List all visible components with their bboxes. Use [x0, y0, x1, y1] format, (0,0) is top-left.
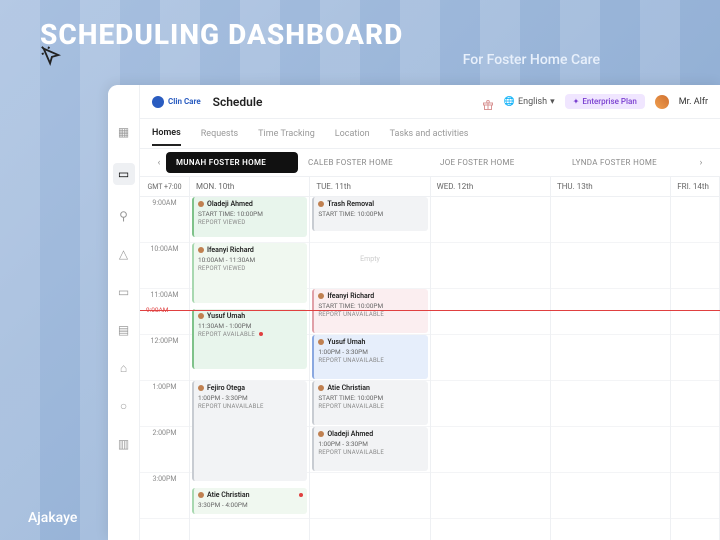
- primary-tabs: Homes Requests Time Tracking Location Ta…: [140, 119, 720, 149]
- home-tab-lynda[interactable]: LYNDA FOSTER HOME: [562, 152, 694, 173]
- tab-tasks[interactable]: Tasks and activities: [390, 123, 469, 145]
- avatar[interactable]: [655, 95, 669, 109]
- plan-badge[interactable]: ✦ Enterprise Plan: [565, 94, 645, 109]
- brand-logo[interactable]: Clin Care: [152, 96, 201, 108]
- day-tue[interactable]: TUE. 11th Empty Trash RemovalSTART TIME:…: [310, 177, 430, 540]
- gift-icon[interactable]: [482, 96, 494, 108]
- grid-icon[interactable]: ▦: [117, 125, 131, 139]
- app-window: ▦ ▭ ⚲ △ ▭ ▤ ⌂ ○ ▥ Clin Care Schedule 🌐 E…: [108, 85, 720, 540]
- tab-requests[interactable]: Requests: [201, 123, 238, 145]
- hero-title: SCHEDULING DASHBOARD: [40, 18, 403, 51]
- home-icon[interactable]: ⌂: [117, 361, 131, 375]
- event-card[interactable]: Atie ChristianSTART TIME: 10:00PMREPORT …: [312, 381, 427, 425]
- author-credit: Ajakaye: [28, 510, 77, 526]
- hero-subtitle: For Foster Home Care: [463, 52, 600, 68]
- time-label: 10:00AM: [140, 243, 189, 289]
- users-icon[interactable]: ⚲: [117, 209, 131, 223]
- day-header: TUE. 11th: [310, 177, 429, 197]
- calendar-grid: GMT +7:00 9:00AM 10:00AM 11:00AM 12:00PM…: [140, 177, 720, 540]
- day-header: MON. 10th: [190, 177, 309, 197]
- now-indicator: [140, 310, 720, 311]
- bell-icon[interactable]: △: [117, 247, 131, 261]
- empty-label: Empty: [360, 255, 380, 263]
- event-card[interactable]: Yusuf Umah11:30AM - 1:00PMREPORT AVAILAB…: [192, 309, 307, 369]
- tab-location[interactable]: Location: [335, 123, 370, 145]
- chat-icon[interactable]: ○: [117, 399, 131, 413]
- truck-icon[interactable]: ▭: [117, 285, 131, 299]
- day-thu[interactable]: THU. 13th: [551, 177, 671, 540]
- day-fri[interactable]: FRI. 14th: [671, 177, 720, 540]
- event-card[interactable]: Trash RemovalSTART TIME: 10:00PM: [312, 197, 427, 231]
- topbar: Clin Care Schedule 🌐 English ▾ ✦ Enterpr…: [140, 85, 720, 119]
- day-header: WED. 12th: [431, 177, 550, 197]
- time-label: 3:00PM: [140, 473, 189, 519]
- tz-label: GMT +7:00: [140, 177, 189, 197]
- tab-time-tracking[interactable]: Time Tracking: [258, 123, 315, 145]
- language-selector[interactable]: 🌐 English ▾: [504, 97, 555, 107]
- time-column: GMT +7:00 9:00AM 10:00AM 11:00AM 12:00PM…: [140, 177, 190, 540]
- time-label: 12:00PM: [140, 335, 189, 381]
- next-arrow[interactable]: ›: [694, 158, 708, 168]
- event-card[interactable]: Fejiro Otega1:00PM - 3:30PMREPORT UNAVAI…: [192, 381, 307, 481]
- user-name: Mr. Alfr: [679, 97, 708, 107]
- event-card[interactable]: Ifeanyi Richard10:00AM - 11:30AMREPORT V…: [192, 243, 307, 303]
- home-tab-munah[interactable]: MUNAH FOSTER HOME: [166, 152, 298, 173]
- event-card[interactable]: Yusuf Umah1:00PM - 3:30PMREPORT UNAVAILA…: [312, 335, 427, 379]
- nav-rail: ▦ ▭ ⚲ △ ▭ ▤ ⌂ ○ ▥: [108, 85, 140, 540]
- page-title: Schedule: [213, 95, 263, 109]
- globe-icon: 🌐: [504, 97, 515, 107]
- event-card[interactable]: Oladeji Ahmed1:00PM - 3:30PMREPORT UNAVA…: [312, 427, 427, 471]
- event-card[interactable]: Atie Christian3:30PM - 4:00PM: [192, 488, 307, 514]
- day-wed[interactable]: WED. 12th: [431, 177, 551, 540]
- sparkle-icon: ✦: [573, 97, 580, 106]
- archive-icon[interactable]: ▥: [117, 437, 131, 451]
- time-label: 1:00PM: [140, 381, 189, 427]
- prev-arrow[interactable]: ‹: [152, 158, 166, 168]
- time-label: 2:00PM: [140, 427, 189, 473]
- tab-homes[interactable]: Homes: [152, 122, 181, 146]
- event-card[interactable]: Ifeanyi RichardSTART TIME: 10:00PMREPORT…: [312, 289, 427, 333]
- day-header: FRI. 14th: [671, 177, 719, 197]
- clipboard-icon[interactable]: ▤: [117, 323, 131, 337]
- home-tabs: ‹ MUNAH FOSTER HOME CALEB FOSTER HOME JO…: [140, 149, 720, 177]
- home-tab-caleb[interactable]: CALEB FOSTER HOME: [298, 152, 430, 173]
- calendar-icon[interactable]: ▭: [113, 163, 135, 185]
- home-tab-joe[interactable]: JOE FOSTER HOME: [430, 152, 562, 173]
- day-header: THU. 13th: [551, 177, 670, 197]
- day-mon[interactable]: MON. 10th Oladeji AhmedSTART TIME: 10:00…: [190, 177, 310, 540]
- cursor-click-icon: [40, 45, 62, 71]
- time-label: 9:00AM: [140, 197, 189, 243]
- event-card[interactable]: Oladeji AhmedSTART TIME: 10:00PMREPORT V…: [192, 197, 307, 237]
- chevron-down-icon: ▾: [550, 97, 555, 107]
